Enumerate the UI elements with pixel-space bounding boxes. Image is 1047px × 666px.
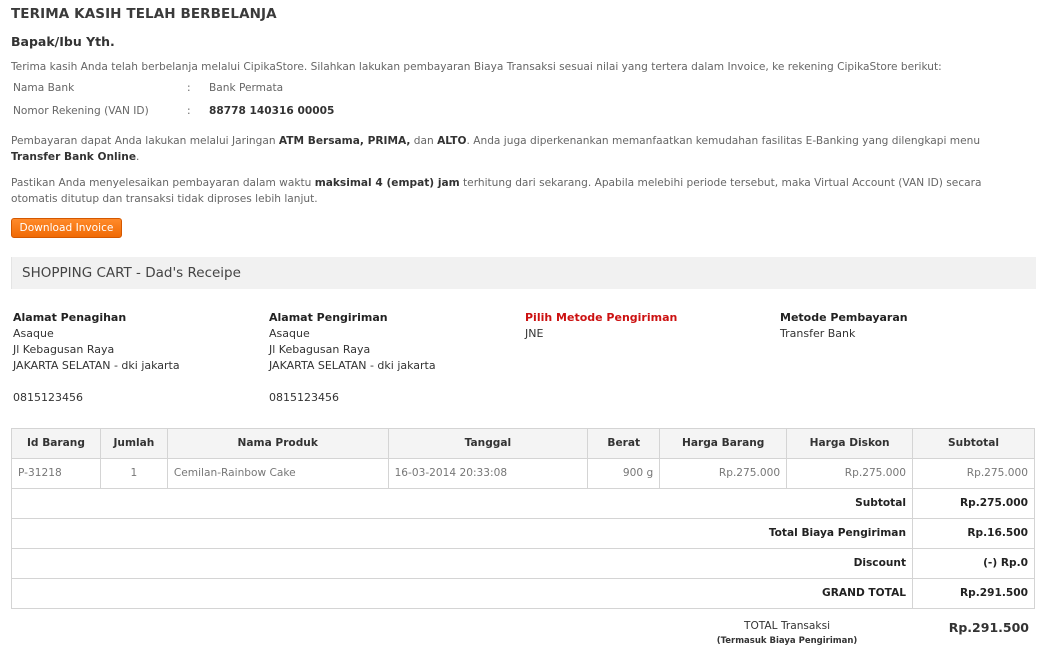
column-header: Nama Produk <box>166 428 389 459</box>
cart-title: SHOPPING CART - Dad's Receipe <box>22 265 241 281</box>
item-id: P-31218 <box>11 458 101 489</box>
shipping-name: Asaque <box>269 327 310 340</box>
shipping-street: Jl Kebagusan Raya <box>269 343 371 356</box>
text: dan <box>410 135 438 147</box>
cart-table: Id Barang Jumlah Nama Produk Tanggal Ber… <box>10 428 1035 609</box>
column-header: Subtotal <box>912 428 1035 459</box>
summary-row-discount: Discount (-) Rp.0 <box>10 548 1035 579</box>
summary-row-grand-total: GRAND TOTAL Rp.291.500 <box>10 578 1035 609</box>
billing-address: Alamat Penagihan Asaque Jl Kebagusan Ray… <box>13 310 253 406</box>
total-label: TOTAL Transaksi <box>743 620 831 632</box>
bold-text: ALTO <box>437 135 467 147</box>
billing-city: JAKARTA SELATAN - dki jakarta <box>13 359 180 372</box>
summary-value: Rp.275.000 <box>912 488 1035 519</box>
separator: : <box>187 82 191 94</box>
salutation: Bapak/Ibu Yth. <box>11 34 115 49</box>
shipping-address-heading: Alamat Pengiriman <box>269 311 388 324</box>
payment-method-value: Transfer Bank <box>780 327 856 340</box>
item-subtotal: Rp.275.000 <box>912 458 1035 489</box>
separator: : <box>187 105 191 117</box>
item-price: Rp.275.000 <box>659 458 788 489</box>
total-transaction-label: TOTAL Transaksi (Termasuk Biaya Pengirim… <box>711 619 863 648</box>
summary-value: (-) Rp.0 <box>912 548 1035 579</box>
text: . <box>136 151 140 163</box>
text: Pastikan Anda menyelesaikan pembayaran d… <box>11 177 315 189</box>
bold-text: ATM Bersama, PRIMA, <box>278 135 411 147</box>
account-number-label: Nomor Rekening (VAN ID) <box>13 105 149 117</box>
summary-row-subtotal: Subtotal Rp.275.000 <box>10 488 1035 519</box>
column-header: Harga Barang <box>659 428 788 459</box>
shipping-city: JAKARTA SELATAN - dki jakarta <box>269 359 436 372</box>
summary-label: Discount <box>10 548 914 579</box>
text: Pembayaran dapat Anda lakukan melalui Ja… <box>11 135 279 147</box>
item-weight: 900 g <box>587 458 661 489</box>
intro-text: Terima kasih Anda telah berbelanja melal… <box>11 61 942 73</box>
shopping-cart-header: SHOPPING CART - Dad's Receipe <box>11 257 1036 289</box>
summary-row-shipping: Total Biaya Pengiriman Rp.16.500 <box>10 518 1035 549</box>
column-header: Tanggal <box>387 428 589 459</box>
column-header: Berat <box>587 428 661 459</box>
total-sublabel: (Termasuk Biaya Pengiriman) <box>716 636 858 647</box>
total-transaction-value: Rp.291.500 <box>948 620 1029 635</box>
shipping-method-heading[interactable]: Pilih Metode Pengiriman <box>525 310 765 326</box>
billing-phone: 0815123456 <box>13 391 83 404</box>
billing-address-heading: Alamat Penagihan <box>13 311 127 324</box>
item-date: 16-03-2014 20:33:08 <box>387 458 589 489</box>
table-row: P-31218 1 Cemilan-Rainbow Cake 16-03-201… <box>11 458 1035 489</box>
payment-deadline-paragraph: Pastikan Anda menyelesaikan pembayaran d… <box>11 175 1021 207</box>
summary-value: Rp.16.500 <box>912 518 1035 549</box>
bold-text: maksimal 4 (empat) jam <box>314 177 460 189</box>
shipping-method-value: JNE <box>525 327 544 340</box>
summary-label: Total Biaya Pengiriman <box>10 518 914 549</box>
page-title: TERIMA KASIH TELAH BERBELANJA <box>11 6 277 22</box>
shipping-address: Alamat Pengiriman Asaque Jl Kebagusan Ra… <box>269 310 509 406</box>
column-header: Id Barang <box>11 428 101 459</box>
billing-name: Asaque <box>13 327 54 340</box>
bold-text: Transfer Bank Online <box>11 151 137 163</box>
bank-name-label: Nama Bank <box>13 82 75 94</box>
item-qty: 1 <box>99 458 168 489</box>
shipping-phone: 0815123456 <box>269 391 339 404</box>
account-number-value: 88778 140316 00005 <box>209 105 335 117</box>
item-product: Cemilan-Rainbow Cake <box>166 458 389 489</box>
summary-value: Rp.291.500 <box>912 578 1035 609</box>
payment-method-heading: Metode Pembayaran <box>780 311 908 324</box>
download-invoice-button[interactable]: Download Invoice <box>11 218 122 238</box>
text: . Anda juga diperkenankan memanfaatkan k… <box>466 135 981 147</box>
summary-label: Subtotal <box>10 488 914 519</box>
column-header: Jumlah <box>99 428 168 459</box>
bank-name-value: Bank Permata <box>209 82 284 94</box>
item-discount-price: Rp.275.000 <box>786 458 914 489</box>
shipping-method: Pilih Metode Pengiriman JNE <box>525 310 765 342</box>
payment-method: Metode Pembayaran Transfer Bank <box>780 310 1020 342</box>
table-header-row: Id Barang Jumlah Nama Produk Tanggal Ber… <box>11 428 1035 459</box>
summary-label: GRAND TOTAL <box>10 578 914 609</box>
payment-network-paragraph: Pembayaran dapat Anda lakukan melalui Ja… <box>11 133 1021 165</box>
billing-street: Jl Kebagusan Raya <box>13 343 115 356</box>
column-header: Harga Diskon <box>786 428 914 459</box>
